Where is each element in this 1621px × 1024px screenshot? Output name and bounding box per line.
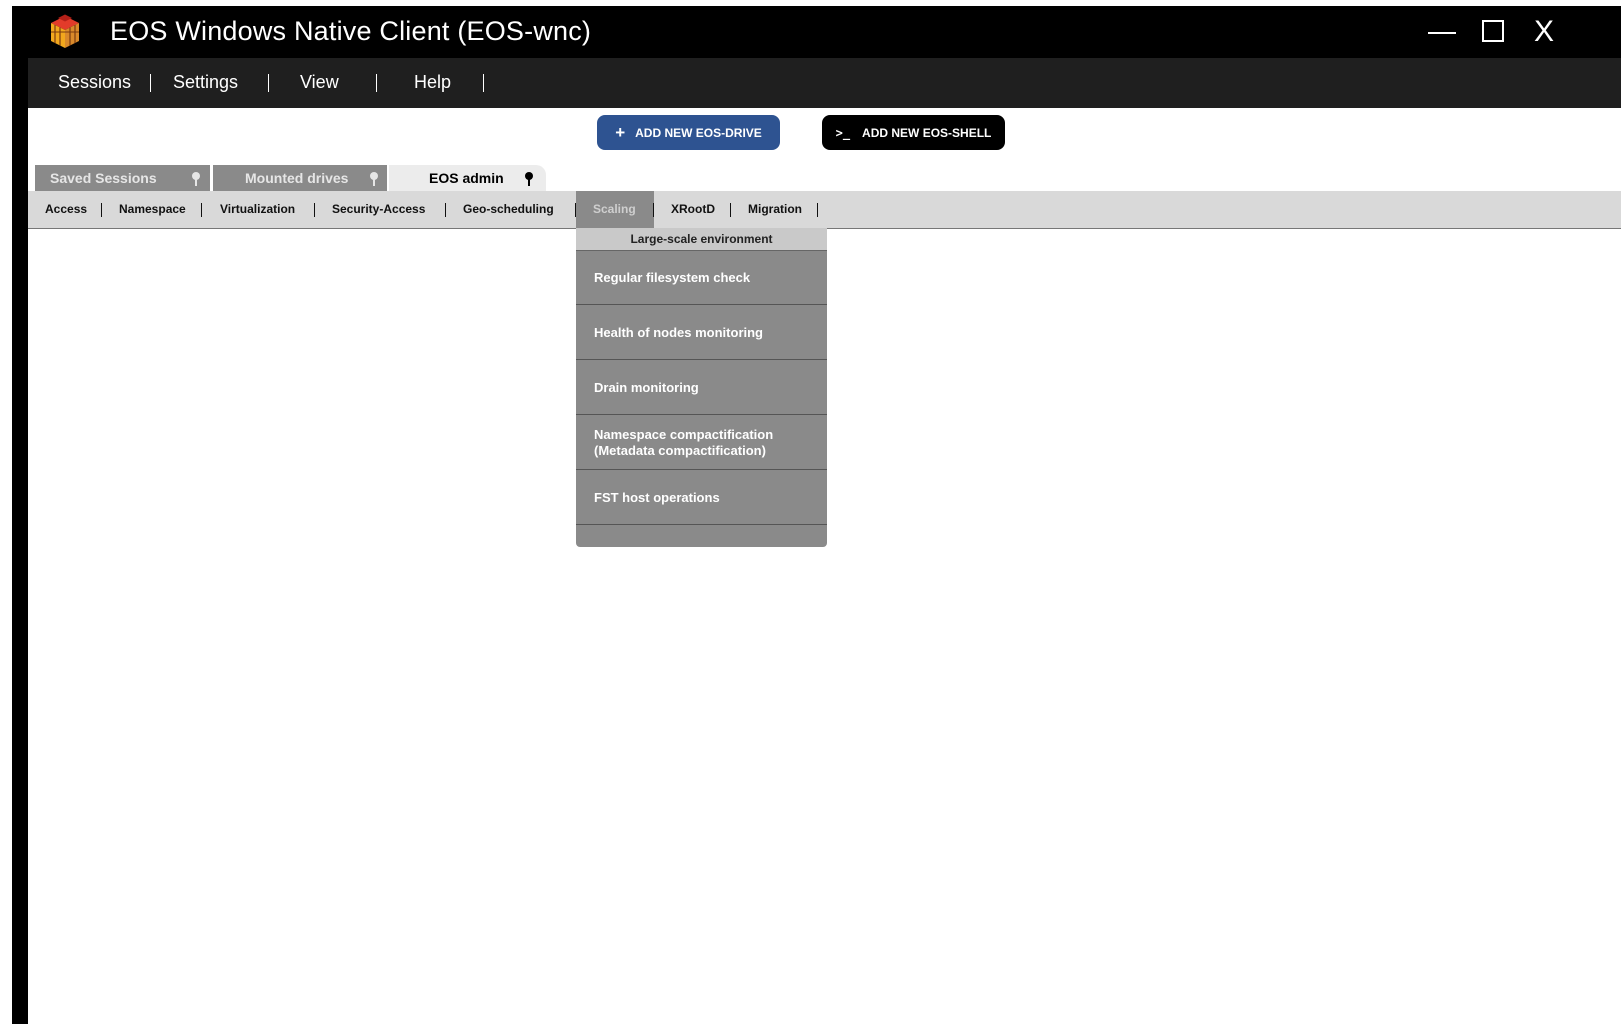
menu-divider: [268, 74, 269, 92]
subnav-divider: [314, 203, 315, 217]
maximize-icon[interactable]: [1476, 14, 1512, 50]
subnav-divider: [653, 203, 654, 217]
subnav-scaling[interactable]: Scaling: [593, 202, 636, 216]
subnav-migration[interactable]: Migration: [748, 202, 802, 216]
subnav-namespace[interactable]: Namespace: [119, 202, 186, 216]
tab-saved-sessions[interactable]: Saved Sessions: [35, 165, 210, 191]
subnav-divider: [730, 203, 731, 217]
subnav-virtualization[interactable]: Virtualization: [220, 202, 295, 216]
subnav-geo-scheduling[interactable]: Geo-scheduling: [463, 202, 554, 216]
tab-label: Mounted drives: [245, 170, 349, 186]
subnav-divider: [101, 203, 102, 217]
menu-bar: Sessions Settings View Help: [28, 58, 1621, 108]
main-content: + ADD NEW EOS-DRIVE >_ ADD NEW EOS-SHELL…: [28, 108, 1621, 1024]
tab-label: EOS admin: [429, 170, 504, 186]
menu-help[interactable]: Help: [414, 72, 451, 93]
dropdown-header: Large-scale environment: [576, 228, 827, 251]
menu-item-label: Regular filesystem check: [594, 269, 751, 285]
subnav-divider: [817, 203, 818, 217]
subnav-security-access[interactable]: Security-Access: [332, 202, 425, 216]
subnav-divider: [445, 203, 446, 217]
menu-divider: [483, 74, 484, 92]
minimize-icon[interactable]: [1424, 14, 1460, 50]
subnav-divider: [575, 203, 576, 217]
scaling-dropdown-menu: Large-scale environment Regular filesyst…: [576, 228, 827, 547]
menu-item-fst-host-operations[interactable]: FST host operations: [576, 471, 827, 525]
close-icon[interactable]: X: [1526, 14, 1562, 50]
terminal-icon: >_: [835, 125, 851, 140]
pin-icon[interactable]: [525, 172, 533, 186]
subnav-xrootd[interactable]: XRootD: [671, 202, 715, 216]
title-bar: EOS Windows Native Client (EOS-wnc) X: [12, 6, 1621, 58]
menu-item-namespace-compactification[interactable]: Namespace compactification (Metadata com…: [576, 416, 827, 470]
menu-item-label: Namespace compactification (Metadata com…: [594, 426, 774, 458]
tab-eos-admin[interactable]: EOS admin: [389, 165, 546, 191]
subnav-access[interactable]: Access: [45, 202, 87, 216]
menu-view[interactable]: View: [300, 72, 339, 93]
pin-icon[interactable]: [192, 172, 200, 186]
subnav-divider: [201, 203, 202, 217]
app-window: EOS Windows Native Client (EOS-wnc) X Se…: [12, 6, 1621, 1024]
pin-icon[interactable]: [370, 172, 378, 186]
add-eos-drive-button[interactable]: + ADD NEW EOS-DRIVE: [597, 115, 780, 150]
tab-label: Saved Sessions: [50, 170, 157, 186]
tab-mounted-drives[interactable]: Mounted drives: [213, 165, 387, 191]
menu-item-health-of-nodes-monitoring[interactable]: Health of nodes monitoring: [576, 306, 827, 360]
eos-logo-icon: [51, 14, 79, 48]
add-eos-drive-label: ADD NEW EOS-DRIVE: [635, 125, 762, 140]
admin-subnav: Access Namespace Virtualization Security…: [28, 191, 1621, 229]
menu-item-regular-filesystem-check[interactable]: Regular filesystem check: [576, 251, 827, 305]
add-eos-shell-button[interactable]: >_ ADD NEW EOS-SHELL: [822, 115, 1005, 150]
plus-icon: +: [615, 122, 626, 142]
window-title: EOS Windows Native Client (EOS-wnc): [110, 16, 592, 46]
menu-item-drain-monitoring[interactable]: Drain monitoring: [576, 361, 827, 415]
menu-item-label: Drain monitoring: [594, 379, 699, 395]
menu-divider: [376, 74, 377, 92]
menu-item-label: FST host operations: [594, 489, 720, 505]
menu-settings[interactable]: Settings: [173, 72, 238, 93]
add-eos-shell-label: ADD NEW EOS-SHELL: [862, 125, 992, 140]
menu-sessions[interactable]: Sessions: [58, 72, 131, 93]
menu-divider: [150, 74, 151, 92]
menu-item-label: Health of nodes monitoring: [594, 324, 763, 340]
